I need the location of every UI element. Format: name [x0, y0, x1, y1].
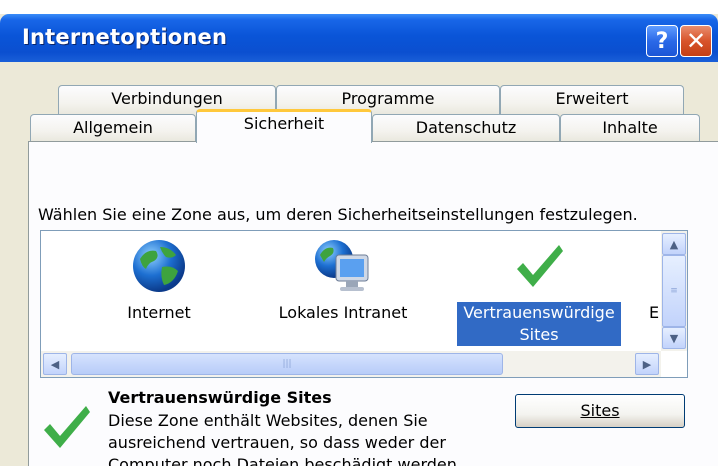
title-bar[interactable]: Internetoptionen ? ✕ — [0, 14, 718, 62]
zone-details-description: Diese Zone enthält Websites, denen Sie a… — [108, 411, 462, 466]
grip-icon: ||| — [282, 359, 292, 369]
chevron-down-icon: ▼ — [669, 331, 679, 345]
tab-label: Sicherheit — [243, 114, 325, 133]
tab-label: Allgemein — [73, 118, 153, 137]
tab-label: Verbindungen — [111, 89, 223, 108]
zone-label: Lokales Intranet — [278, 303, 408, 322]
sites-button-label: Sites — [580, 401, 620, 420]
computer-globe-icon — [315, 240, 369, 291]
zone-instruction-text: Wählen Sie eine Zone aus, um deren Siche… — [38, 205, 638, 224]
help-button[interactable]: ? — [646, 25, 678, 57]
checkmark-icon — [517, 245, 563, 287]
internet-options-dialog: Internetoptionen ? ✕ Verbindungen Progra… — [0, 14, 718, 466]
chevron-up-icon: ▲ — [669, 237, 679, 251]
zone-restricted-sites[interactable]: E — [641, 231, 661, 351]
zone-list[interactable]: Internet Lokales Intranet Vertrauenswürd… — [40, 230, 688, 378]
checkmark-icon — [44, 406, 90, 448]
scroll-left-button[interactable]: ◀ — [43, 353, 67, 375]
scroll-right-button[interactable]: ▶ — [635, 353, 659, 375]
zone-label: E — [649, 303, 660, 322]
zone-label-selected: Vertrauenswürdige Sites — [457, 302, 621, 346]
chevron-left-icon: ◀ — [50, 357, 60, 371]
scroll-up-button[interactable]: ▲ — [662, 233, 686, 255]
chevron-right-icon: ▶ — [642, 357, 652, 371]
zone-local-intranet[interactable]: Lokales Intranet — [267, 231, 419, 351]
tab-sicherheit[interactable]: Sicherheit — [196, 109, 372, 143]
window-title: Internetoptionen — [22, 25, 228, 49]
tab-label: Programme — [341, 89, 435, 108]
tab-datenschutz[interactable]: Datenschutz — [372, 114, 560, 142]
vertical-scrollbar[interactable]: ▲ ≡ ▼ — [661, 231, 687, 351]
help-icon: ? — [655, 28, 669, 54]
tab-label: Datenschutz — [415, 118, 517, 137]
zone-internet[interactable]: Internet — [99, 231, 219, 351]
tab-label: Inhalte — [602, 118, 658, 137]
zone-trusted-sites[interactable]: Vertrauenswürdige Sites — [457, 231, 621, 351]
tab-erweitert[interactable]: Erweitert — [500, 85, 684, 115]
vertical-scroll-thumb[interactable]: ≡ — [662, 255, 686, 327]
close-button[interactable]: ✕ — [680, 25, 712, 57]
horizontal-scroll-thumb[interactable]: ||| — [71, 353, 503, 375]
tab-allgemein[interactable]: Allgemein — [30, 114, 196, 142]
zone-label: Internet — [127, 303, 191, 322]
tab-inhalte[interactable]: Inhalte — [560, 114, 700, 142]
horizontal-scrollbar[interactable]: ◀ ||| ▶ — [41, 351, 661, 377]
tab-label: Erweitert — [555, 89, 629, 108]
scroll-down-button[interactable]: ▼ — [662, 327, 686, 349]
zone-details-title: Vertrauenswürdige Sites — [108, 388, 332, 407]
sites-button[interactable]: Sites — [515, 394, 685, 428]
globe-icon — [133, 240, 185, 292]
grip-icon: ≡ — [670, 286, 678, 296]
close-icon: ✕ — [685, 27, 707, 55]
